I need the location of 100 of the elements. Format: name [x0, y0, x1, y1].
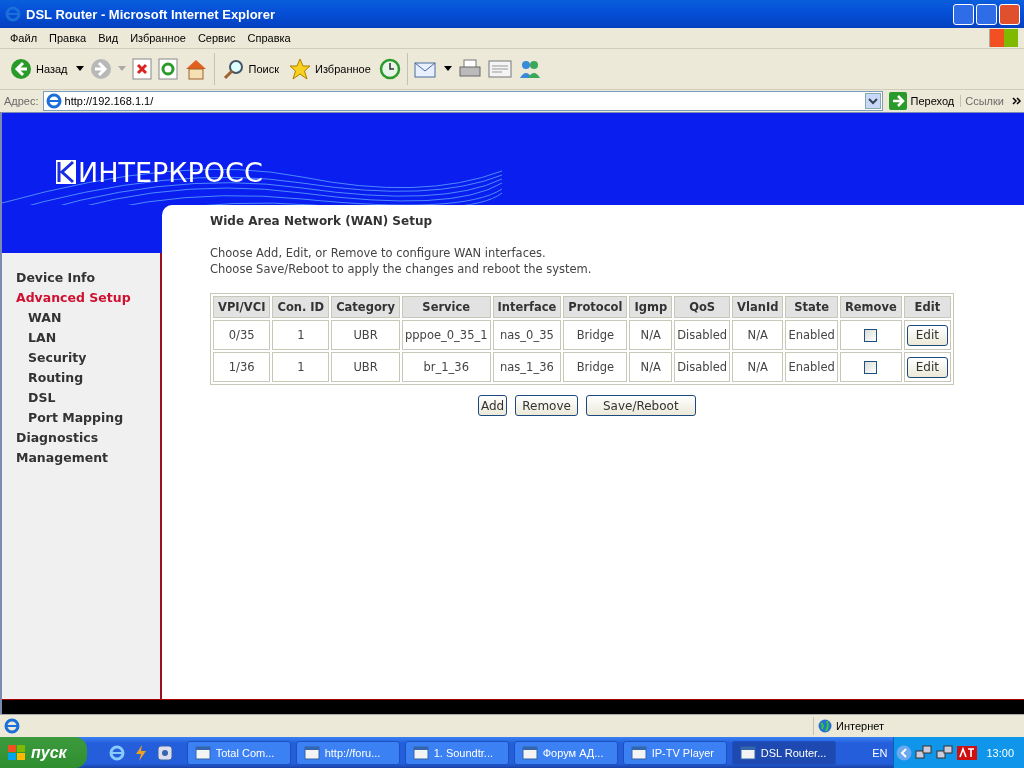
sidebar-item[interactable]: Security — [2, 348, 160, 368]
dropdown-caret-icon[interactable] — [443, 66, 452, 72]
taskbar-button[interactable]: Форум АД... — [513, 740, 618, 765]
column-header: Interface — [492, 296, 562, 318]
taskbar-button[interactable]: DSL Router... — [731, 740, 836, 765]
column-header: QoS — [674, 296, 731, 318]
sidebar-item[interactable]: LAN — [2, 328, 160, 348]
clock: 13:00 — [986, 746, 1014, 759]
table-cell: N/A — [629, 320, 673, 350]
sidebar-item[interactable]: Management — [2, 448, 160, 468]
instruction-text: Choose Save/Reboot to apply the changes and reboot the system. — [210, 261, 593, 277]
add-button[interactable]: Add — [478, 395, 508, 416]
table-cell: Enabled — [785, 352, 838, 382]
logo-text: ИНТЕРКРОСС — [78, 158, 263, 186]
column-header: State — [785, 296, 838, 318]
edit-button[interactable]: Edit — [906, 356, 948, 378]
column-header: Protocol — [563, 296, 628, 318]
menu-item[interactable]: Сервис — [191, 32, 242, 44]
sidebar-item[interactable]: Advanced Setup — [2, 288, 160, 308]
search-icon — [222, 58, 245, 80]
menu-item[interactable]: Справка — [241, 32, 297, 44]
mail-icon[interactable] — [413, 59, 438, 79]
remove-checkbox[interactable] — [864, 361, 878, 374]
back-button[interactable]: Назад — [8, 56, 70, 82]
links-button[interactable]: Ссылки — [960, 95, 1008, 107]
restore-button[interactable] — [976, 3, 997, 25]
flag-icon — [8, 744, 26, 761]
search-button[interactable]: Поиск — [220, 56, 281, 82]
window-icon — [739, 744, 756, 761]
go-button[interactable]: Переход — [886, 90, 957, 112]
table-cell: 1/36 — [213, 352, 271, 382]
table-cell: nas_1_36 — [492, 352, 562, 382]
browser-icon — [5, 6, 21, 22]
address-field[interactable]: http://192.168.1.1/ — [42, 91, 883, 111]
remove-checkbox[interactable] — [864, 329, 878, 342]
favorites-button[interactable]: Избранное — [287, 56, 373, 82]
table-cell: 1 — [272, 352, 330, 382]
table-cell: 0/35 — [213, 320, 271, 350]
table-cell: UBR — [331, 320, 400, 350]
dropdown-caret-icon[interactable] — [75, 66, 84, 72]
sidebar-item[interactable]: Diagnostics — [2, 428, 160, 448]
column-header: VPI/VCI — [213, 296, 271, 318]
save-reboot-button[interactable]: Save/Reboot — [585, 395, 696, 416]
window-icon — [630, 744, 647, 761]
sidebar-item[interactable]: DSL — [2, 388, 160, 408]
table-cell: nas_0_35 — [492, 320, 562, 350]
close-button[interactable] — [999, 3, 1020, 25]
taskbar-button[interactable]: http://foru... — [295, 740, 400, 765]
column-header: Remove — [839, 296, 902, 318]
table-cell: N/A — [732, 352, 784, 382]
page-icon — [45, 93, 62, 109]
column-header: Edit — [903, 296, 951, 318]
edit-button[interactable]: Edit — [906, 324, 948, 346]
star-icon — [289, 58, 311, 80]
browser-icon[interactable] — [108, 744, 125, 761]
zone-label: Интернет — [836, 720, 884, 732]
sidebar-item[interactable]: Device Info — [2, 268, 160, 288]
chevron-left-icon[interactable] — [896, 744, 913, 761]
program-icon[interactable] — [156, 744, 173, 761]
taskbar-button[interactable]: 1. Soundtr... — [404, 740, 509, 765]
graphics-tray-icon[interactable] — [957, 745, 978, 760]
menu-item[interactable]: Файл — [4, 32, 44, 44]
sidebar-item[interactable]: Routing — [2, 368, 160, 388]
menu-item[interactable]: Правка — [43, 32, 93, 44]
sidebar-item[interactable]: Port Mapping — [2, 408, 160, 428]
minimize-button[interactable] — [953, 3, 974, 25]
column-header: Category — [331, 296, 400, 318]
page-status-icon — [4, 718, 20, 734]
table-cell: UBR — [331, 352, 400, 382]
table-cell: Disabled — [674, 352, 731, 382]
table-cell: pppoe_0_35_1 — [402, 320, 491, 350]
window-icon — [303, 744, 320, 761]
table-cell: N/A — [629, 352, 673, 382]
taskbar-button[interactable]: IP-TV Player — [622, 740, 727, 765]
window-title: DSL Router - Microsoft Internet Explorer — [26, 6, 276, 22]
menu-item[interactable]: Вид — [92, 32, 125, 44]
table-cell: Disabled — [674, 320, 731, 350]
table-cell: 1 — [272, 320, 330, 350]
stop-icon[interactable] — [131, 58, 152, 80]
table-cell: br_1_36 — [402, 352, 491, 382]
globe-icon — [818, 719, 832, 733]
taskbar-button[interactable]: Total Com... — [186, 740, 291, 765]
history-icon[interactable] — [378, 58, 401, 80]
network-icon[interactable] — [936, 744, 955, 761]
sidebar-item[interactable]: WAN — [2, 308, 160, 328]
remove-button[interactable]: Remove — [515, 395, 578, 416]
window-icon — [194, 744, 211, 761]
network-icon[interactable] — [915, 744, 934, 761]
chevron-icon[interactable] — [1012, 96, 1022, 106]
table-cell: Bridge — [563, 320, 628, 350]
window-icon — [521, 744, 538, 761]
logo-icon — [56, 160, 76, 184]
language-indicator[interactable]: EN — [866, 746, 894, 759]
address-label: Адрес: — [4, 95, 39, 107]
people-icon[interactable] — [517, 58, 542, 80]
menu-item[interactable]: Избранное — [124, 32, 192, 44]
table-cell: Bridge — [563, 352, 628, 382]
printer-icon[interactable] — [457, 58, 482, 80]
start-button[interactable]: пуск — [0, 737, 87, 768]
section-heading: Wide Area Network (WAN) Setup — [210, 214, 434, 228]
